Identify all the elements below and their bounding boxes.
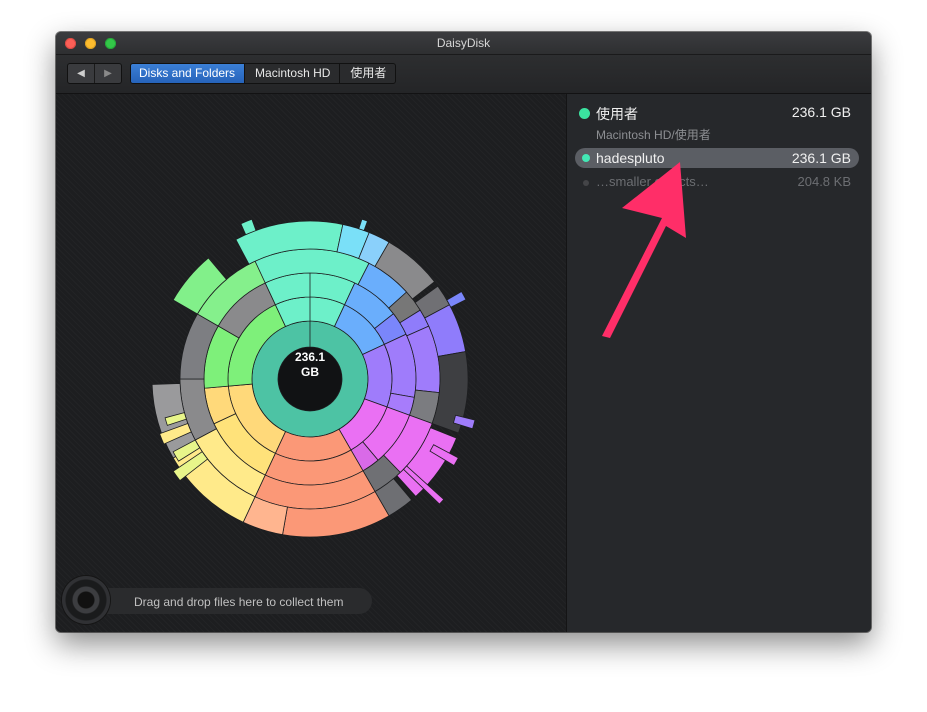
list-item[interactable]: hadespluto 236.1 GB (575, 148, 859, 168)
title-bar: DaisyDisk (56, 32, 871, 55)
folder-name: 使用者 (596, 106, 638, 122)
back-arrow-icon: ◀ (77, 68, 85, 79)
forward-button[interactable]: ▶ (94, 64, 121, 83)
center-total-size[interactable]: 236.1 GB (280, 350, 340, 380)
folder-size: 236.1 GB (791, 104, 851, 120)
center-size-value: 236.1 (294, 350, 326, 364)
folder-color-dot (579, 108, 590, 119)
breadcrumb-disks-and-folders[interactable]: Disks and Folders (131, 64, 245, 83)
file-list-panel: 使用者 236.1 GB Macintosh HD/使用者 hadespluto… (566, 94, 871, 632)
breadcrumb-users[interactable]: 使用者 (339, 64, 395, 83)
collector-disc-icon[interactable] (62, 576, 110, 624)
item-size: 236.1 GB (791, 150, 851, 166)
collector-hint: Drag and drop files here to collect them (134, 595, 344, 609)
back-button[interactable]: ◀ (68, 64, 94, 83)
app-window: DaisyDisk ◀ ▶ Disks and Folders Macintos… (56, 32, 871, 632)
sunburst-panel: 236.1 GB Drag and drop files here to col… (56, 94, 566, 632)
item-name: hadespluto (596, 150, 665, 166)
center-size-unit: GB (301, 365, 319, 379)
breadcrumb: Disks and Folders Macintosh HD 使用者 (130, 63, 397, 84)
item-name: …smaller objects… (596, 174, 709, 189)
breadcrumb-macintosh-hd[interactable]: Macintosh HD (244, 64, 339, 83)
folder-path: Macintosh HD/使用者 (596, 128, 711, 142)
window-title: DaisyDisk (436, 36, 491, 50)
item-color-dot (582, 154, 590, 162)
sunburst-spike[interactable] (446, 290, 467, 308)
forward-arrow-icon: ▶ (104, 68, 112, 79)
item-color-dot (583, 180, 589, 186)
item-size: 204.8 KB (797, 174, 852, 189)
folder-header[interactable]: 使用者 236.1 GB Macintosh HD/使用者 (575, 104, 859, 144)
collector-drop-zone[interactable]: Drag and drop files here to collect them (62, 574, 373, 626)
list-item[interactable]: …smaller objects… 204.8 KB (575, 174, 859, 194)
nav-buttons: ◀ ▶ (67, 63, 122, 84)
sunburst-spike[interactable] (358, 218, 368, 232)
toolbar: ◀ ▶ Disks and Folders Macintosh HD 使用者 (56, 55, 871, 94)
